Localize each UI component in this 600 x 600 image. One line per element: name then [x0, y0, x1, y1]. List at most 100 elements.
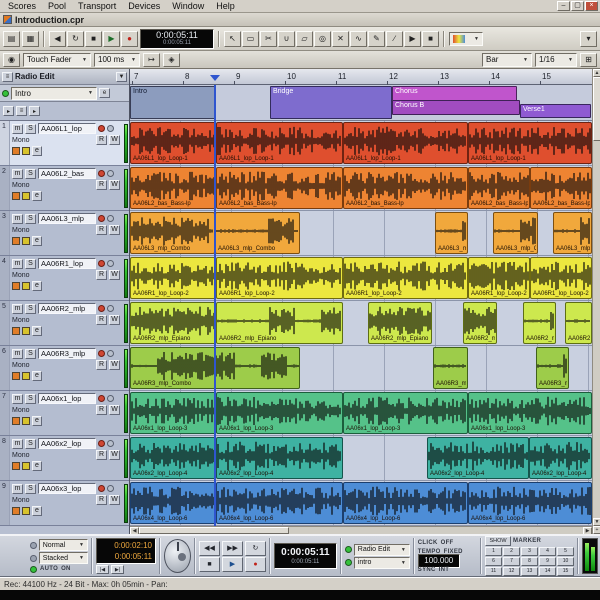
vertical-scrollbar[interactable]: ▲ ▼ +	[592, 69, 600, 534]
track-solo-button[interactable]: S	[25, 393, 36, 404]
track-name[interactable]: AA06L2_bas	[38, 168, 96, 179]
monitor-icon[interactable]	[107, 260, 114, 267]
record-enable-icon[interactable]	[98, 215, 105, 222]
glue-tool[interactable]: ∪	[278, 30, 295, 47]
edit-channel-button[interactable]: e	[32, 461, 42, 471]
audio-event[interactable]: AA06R3_mlp_Combo	[536, 347, 569, 389]
audio-event[interactable]: AA06R3_mlp_Combo	[433, 347, 468, 389]
goto-right-locator-button[interactable]: ▶|	[111, 565, 124, 574]
automation-write-button[interactable]: W	[109, 180, 120, 190]
automation-read-button[interactable]: R	[96, 450, 107, 460]
audio-event[interactable]: AA06x2_lop_Loop-4	[529, 437, 592, 479]
record-enable-icon[interactable]	[98, 440, 105, 447]
inserts-state-icon[interactable]	[22, 372, 30, 380]
monitor-speaker-icon[interactable]	[12, 192, 20, 200]
audio-event[interactable]: AA06R2_mlp_Epiano	[368, 302, 432, 344]
record-enable-icon[interactable]	[98, 485, 105, 492]
cycle-record-mode-select[interactable]: Stacked ▼	[38, 552, 88, 564]
audio-event[interactable]: AA06L1_lop_Loop-1	[130, 122, 216, 164]
record-button[interactable]: ●	[121, 30, 138, 47]
color-tool[interactable]: ■	[422, 30, 439, 47]
audio-event[interactable]: AA06x4_lop_Loop-6	[216, 482, 343, 524]
marker-button-2[interactable]: 2	[503, 547, 521, 556]
monitor-speaker-icon[interactable]	[12, 417, 20, 425]
menu-transport[interactable]: Transport	[72, 1, 122, 11]
track-header[interactable]: 7 m S AA06x1_lop Mono R We	[0, 391, 129, 436]
arrow-right-icon[interactable]: ▸	[3, 106, 14, 116]
track-name[interactable]: AA06L3_mlp	[38, 213, 96, 224]
snap-mode-select[interactable]: Bar ▼	[482, 52, 532, 67]
track-header[interactable]: 6 m S AA06R3_mlp Mono R We	[0, 346, 129, 391]
record-enable-icon[interactable]	[98, 170, 105, 177]
audio-event[interactable]: AA06x2_lop_Loop-4	[216, 437, 343, 479]
audio-event[interactable]: AA06R2_mlp_Epiano	[130, 302, 216, 344]
arranger-part-select[interactable]: intro ▼	[353, 556, 410, 569]
audio-event[interactable]: AA06x1_lop_Loop-3	[216, 392, 343, 434]
automation-read-button[interactable]: R	[96, 315, 107, 325]
automation-write-button[interactable]: W	[109, 225, 120, 235]
audio-event[interactable]: AA06L1_lop_Loop-1	[343, 122, 468, 164]
menu-pool[interactable]: Pool	[42, 1, 72, 11]
inserts-state-icon[interactable]	[22, 282, 30, 290]
menu-help[interactable]: Help	[210, 1, 241, 11]
active-part-select[interactable]: Intro ▼	[11, 86, 97, 100]
track-header[interactable]: 1 m S AA06L1_lop Mono R We	[0, 121, 129, 166]
overview-toggle-button[interactable]: ▦	[22, 30, 39, 47]
track-solo-button[interactable]: S	[25, 303, 36, 314]
record-enable-icon[interactable]	[98, 125, 105, 132]
monitor-icon[interactable]	[107, 395, 114, 402]
marker-button-10[interactable]: 10	[557, 557, 575, 566]
track-name[interactable]: AA06x2_lop	[38, 438, 96, 449]
track-name[interactable]: AA06R1_lop	[38, 258, 96, 269]
audio-event[interactable]: AA06x2_lop_Loop-4	[427, 437, 529, 479]
cycle-button[interactable]: ↻	[244, 540, 266, 556]
menu-window[interactable]: Window	[166, 1, 210, 11]
track-name[interactable]: AA06R3_mlp	[38, 348, 96, 359]
monitor-speaker-icon[interactable]	[12, 282, 20, 290]
arranger-part-chorus[interactable]: Chorus	[392, 86, 517, 101]
automation-read-button[interactable]: R	[96, 405, 107, 415]
track-header[interactable]: 5 m S AA06R2_mlp Mono R We	[0, 301, 129, 346]
menu-devices[interactable]: Devices	[122, 1, 166, 11]
automation-read-button[interactable]: R	[96, 270, 107, 280]
automation-read-button[interactable]: R	[96, 495, 107, 505]
edit-channel-button[interactable]: e	[32, 371, 42, 381]
automation-read-button[interactable]: R	[96, 135, 107, 145]
track-name[interactable]: AA06R2_mlp	[38, 303, 96, 314]
snap-toggle-button[interactable]: ◈	[163, 52, 180, 67]
maximize-button[interactable]: ▢	[571, 1, 584, 11]
track-mute-button[interactable]: m	[12, 438, 23, 449]
track-name[interactable]: AA06x1_lop	[38, 393, 96, 404]
track-solo-button[interactable]: S	[25, 258, 36, 269]
hscroll-thumb[interactable]	[139, 527, 289, 534]
mute-tool[interactable]: ✕	[332, 30, 349, 47]
track-solo-button[interactable]: S	[25, 348, 36, 359]
draw-tool[interactable]: ✎	[368, 30, 385, 47]
automation-write-button[interactable]: W	[109, 360, 120, 370]
audio-event[interactable]: AA06L2_bas_Bass-lp	[216, 167, 343, 209]
monitor-icon[interactable]	[107, 350, 114, 357]
arranger-part-chorus-b[interactable]: Chorus B	[392, 100, 520, 115]
audio-event[interactable]: AA06R1_lop_Loop-2	[468, 257, 530, 299]
color-select[interactable]: ▼	[449, 31, 483, 46]
monitor-icon[interactable]	[107, 215, 114, 222]
inserts-state-icon[interactable]	[22, 192, 30, 200]
monitor-icon[interactable]	[107, 125, 114, 132]
zoom-tool[interactable]: ◎	[314, 30, 331, 47]
forward-button[interactable]: ▶▶	[221, 540, 243, 556]
track-header[interactable]: 2 m S AA06L2_bas Mono R We	[0, 166, 129, 211]
horizontal-scrollbar[interactable]: ◀ ▶	[130, 526, 592, 534]
edit-channel-button[interactable]: e	[32, 236, 42, 246]
automation-read-button[interactable]: R	[96, 360, 107, 370]
scroll-down-icon[interactable]: ▼	[593, 518, 600, 526]
track-name[interactable]: AA06x3_lop	[38, 483, 96, 494]
inspector-toggle-button[interactable]: ▤	[3, 30, 20, 47]
marker-button-3[interactable]: 3	[521, 547, 539, 556]
split-tool[interactable]: ✂	[260, 30, 277, 47]
audio-event[interactable]: AA06R2_mlp_Epiano	[565, 302, 592, 344]
edit-channel-button[interactable]: e	[32, 146, 42, 156]
audio-event[interactable]: AA06x4_lop_Loop-6	[468, 482, 592, 524]
audio-event[interactable]: AA06R2_mlp_Epiano	[523, 302, 556, 344]
audio-event[interactable]: AA06x2_lop_Loop-4	[130, 437, 216, 479]
record-enable-icon[interactable]	[98, 350, 105, 357]
